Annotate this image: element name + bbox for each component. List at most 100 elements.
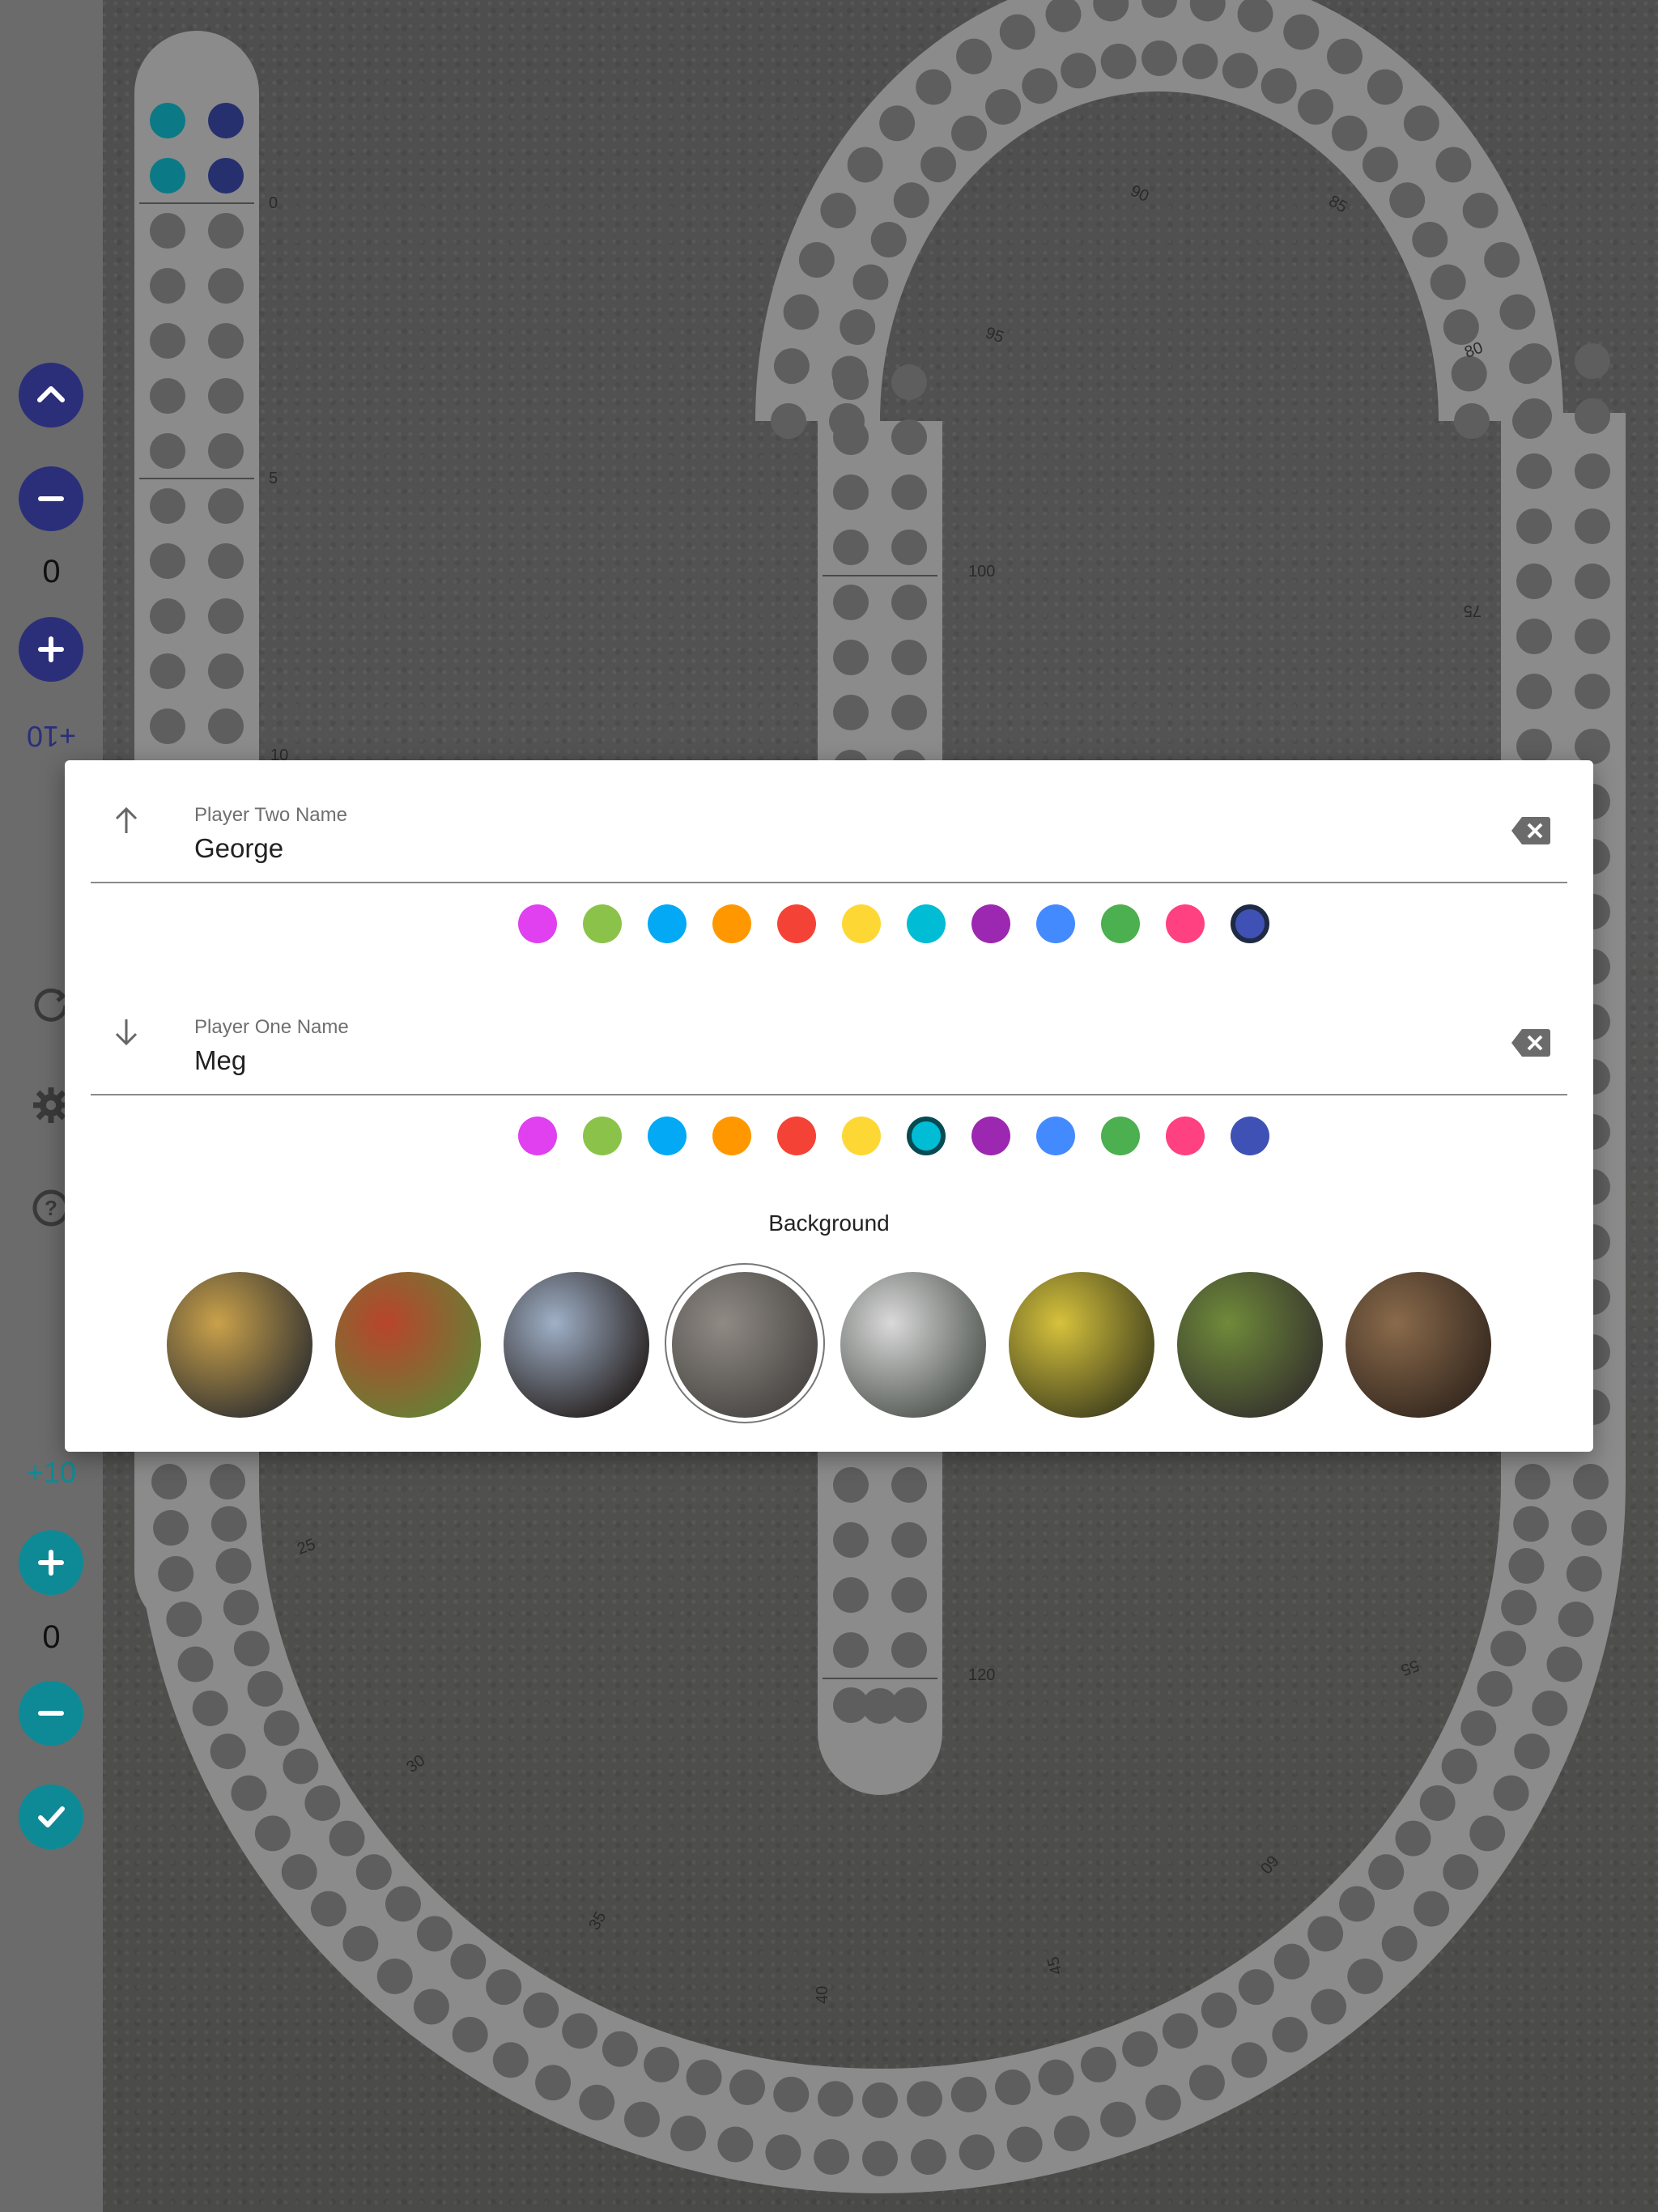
player-one-color-swatch[interactable] [842, 1117, 881, 1155]
background-thumb-yellow-larch[interactable] [1009, 1272, 1154, 1418]
background-thumb-ice[interactable] [504, 1272, 649, 1418]
player-one-peg [150, 103, 185, 138]
player-two-name-input[interactable]: George [194, 833, 283, 864]
peg-hole [1283, 14, 1320, 50]
minus-icon [38, 1711, 64, 1716]
background-thumb-rocks-water[interactable] [167, 1272, 312, 1418]
peg-hole [1513, 1506, 1550, 1542]
player-two-color-swatch[interactable] [777, 904, 816, 943]
peg-hole [150, 543, 185, 579]
clear-icon[interactable] [1511, 1027, 1551, 1058]
player-two-color-swatch[interactable] [1231, 904, 1269, 943]
peg-hole [1575, 674, 1610, 709]
peg-hole [1490, 1631, 1527, 1667]
peg-hole [833, 585, 869, 620]
peg-hole [416, 1916, 453, 1952]
p2-minus-button[interactable] [19, 466, 83, 531]
track-label: 35 [585, 1908, 610, 1933]
peg-hole [1575, 453, 1610, 489]
peg-hole [729, 2069, 766, 2106]
peg-hole [1347, 1958, 1384, 1994]
peg-hole [829, 403, 865, 439]
player-one-color-swatch[interactable] [583, 1117, 622, 1155]
player-two-name-field[interactable]: Player Two Name George [91, 760, 1567, 883]
track-label: 95 [983, 324, 1005, 347]
player-one-name-field[interactable]: Player One Name Meg [91, 972, 1567, 1095]
peg-hole [1493, 1775, 1529, 1811]
peg-hole [452, 2016, 488, 2052]
peg-hole [833, 1467, 869, 1503]
peg-hole [1516, 564, 1552, 599]
player-two-color-swatch[interactable] [842, 904, 881, 943]
peg-hole [814, 2139, 850, 2176]
peg-hole [231, 1775, 267, 1811]
p1-plus-button[interactable] [19, 1530, 83, 1595]
p2-plus-button[interactable] [19, 617, 83, 682]
player-two-color-swatch[interactable] [1036, 904, 1075, 943]
background-thumb-forest-floor[interactable] [1177, 1272, 1323, 1418]
peg-hole [891, 530, 927, 565]
player-two-color-swatch[interactable] [712, 904, 751, 943]
p1-minus-button[interactable] [19, 1681, 83, 1746]
peg-hole [840, 309, 876, 346]
peg-hole [765, 2134, 801, 2171]
peg-hole [208, 598, 244, 634]
peg-hole [602, 2031, 638, 2067]
peg-hole [1443, 309, 1479, 346]
clear-icon[interactable] [1511, 815, 1551, 846]
background-thumb-gravel-snail[interactable] [672, 1272, 818, 1418]
peg-hole [833, 530, 869, 565]
player-one-name-input[interactable]: Meg [194, 1045, 246, 1076]
peg-hole [1307, 1916, 1344, 1952]
peg-hole [891, 1632, 927, 1668]
peg-hole [342, 1925, 379, 1962]
peg-hole [281, 1854, 317, 1891]
p1-plus-ten-button[interactable]: +10 [0, 1456, 103, 1490]
player-one-color-swatch[interactable] [1036, 1117, 1075, 1155]
peg-hole [1053, 2115, 1090, 2151]
player-two-color-swatch[interactable] [583, 904, 622, 943]
player-two-color-swatch[interactable] [907, 904, 946, 943]
track-label: 75 [1464, 602, 1482, 619]
player-one-color-swatch[interactable] [777, 1117, 816, 1155]
p2-plus-ten-button[interactable]: +10 [0, 719, 103, 753]
player-two-color-swatch[interactable] [518, 904, 557, 943]
peg-hole [999, 14, 1035, 50]
track-label: 120 [968, 1666, 995, 1684]
player-one-color-swatch[interactable] [971, 1117, 1010, 1155]
peg-hole [623, 2101, 660, 2138]
peg-hole [1575, 508, 1610, 544]
background-thumb-pink-flowers[interactable] [1346, 1272, 1491, 1418]
check-icon [38, 1806, 65, 1827]
peg-hole [1477, 1670, 1513, 1707]
player-one-color-swatch[interactable] [1101, 1117, 1140, 1155]
player-one-color-swatch[interactable] [1166, 1117, 1205, 1155]
peg-hole [1038, 2059, 1074, 2095]
player-two-color-swatch[interactable] [648, 904, 687, 943]
peg-hole [310, 1891, 346, 1927]
player-one-color-swatch[interactable] [712, 1117, 751, 1155]
player-two-color-swatch[interactable] [1166, 904, 1205, 943]
undo-up-button[interactable] [19, 363, 83, 428]
player-one-color-swatch[interactable] [648, 1117, 687, 1155]
peg-hole [1575, 343, 1610, 379]
peg-hole [233, 1631, 270, 1667]
player-one-color-row [65, 1112, 1593, 1160]
done-button[interactable] [19, 1784, 83, 1849]
player-one-color-swatch[interactable] [518, 1117, 557, 1155]
peg-hole [1462, 193, 1499, 228]
peg-hole [1435, 147, 1472, 183]
peg-hole [1532, 1690, 1568, 1726]
peg-hole [820, 193, 857, 228]
minus-icon [38, 496, 64, 501]
peg-hole [304, 1784, 341, 1821]
background-thumb-autumn-tree[interactable] [335, 1272, 481, 1418]
background-thumb-snowy-forest[interactable] [840, 1272, 986, 1418]
player-two-color-swatch[interactable] [971, 904, 1010, 943]
player-two-name-label: Player Two Name [194, 804, 347, 826]
peg-hole [891, 1467, 927, 1503]
player-two-color-swatch[interactable] [1101, 904, 1140, 943]
peg-hole [1368, 1854, 1405, 1891]
player-one-color-swatch[interactable] [907, 1117, 946, 1155]
player-one-color-swatch[interactable] [1231, 1117, 1269, 1155]
